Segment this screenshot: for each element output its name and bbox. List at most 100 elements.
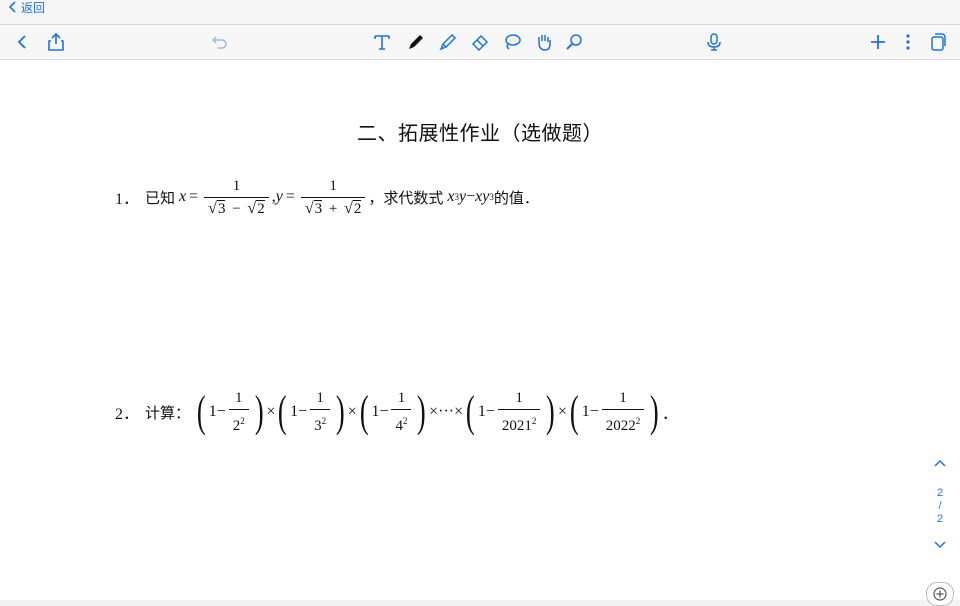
highlighter-tool-icon — [439, 33, 457, 51]
expr-y: y — [459, 188, 467, 205]
nav-back-button[interactable] — [10, 30, 34, 54]
product-term: (1−1 20212) — [463, 389, 558, 435]
exponent: 2 — [635, 416, 641, 426]
base: 4 — [395, 418, 403, 434]
add-page-button[interactable] — [926, 582, 954, 606]
microphone-icon — [707, 33, 721, 51]
laser-pointer-icon — [566, 34, 582, 50]
minus-sign: − — [298, 403, 308, 420]
fraction: 1 20212 — [497, 389, 541, 435]
microphone-button[interactable] — [702, 30, 726, 54]
term-one: 1 — [290, 403, 299, 420]
minus-sign: − — [466, 188, 476, 205]
total-pages: 2 — [936, 513, 944, 525]
hand-tool-icon — [538, 35, 551, 51]
numerator: 1 — [316, 390, 324, 406]
times-sign: × — [558, 403, 568, 420]
lasso-tool-icon — [505, 34, 521, 50]
question-label: 计算： — [145, 403, 191, 422]
equals-sign: = — [189, 188, 199, 205]
question-1: 1． 已知 x = 1 √3 − √2 , y = 1 √3 + √2 ，求代数… — [115, 172, 543, 222]
eraser-tool-button[interactable] — [468, 30, 492, 54]
minus-sign: − — [216, 403, 226, 420]
denominator: √3 + √2 — [300, 196, 366, 218]
share-icon — [48, 32, 64, 51]
exponent: 2 — [531, 416, 537, 426]
fraction: 1 20222 — [601, 389, 645, 435]
right-paren: ) — [417, 387, 427, 436]
left-paren: ( — [278, 387, 288, 436]
back-button[interactable]: 返回 — [8, 0, 46, 15]
denominator: 22 — [228, 409, 249, 435]
chevron-up-icon — [934, 459, 946, 467]
undo-button[interactable] — [208, 30, 232, 54]
denominator: 42 — [391, 409, 412, 435]
undo-icon — [211, 36, 227, 49]
numerator: 1 — [397, 390, 406, 406]
left-paren: ( — [359, 387, 369, 436]
right-paren: ) — [254, 387, 264, 436]
base: 2022 — [605, 418, 636, 434]
minus-sign: − — [232, 200, 241, 217]
laser-pointer-button[interactable] — [562, 30, 586, 54]
radical-sign: √ — [304, 199, 314, 217]
base: 2021 — [501, 418, 532, 434]
pages-button[interactable] — [926, 30, 950, 54]
eraser-tool-icon — [471, 34, 489, 52]
hand-tool-button[interactable] — [532, 30, 556, 54]
radical-sign: √ — [208, 199, 217, 217]
fraction-x: 1 √3 − √2 — [204, 177, 269, 218]
minus-sign: − — [589, 403, 599, 420]
question-number: 2． — [115, 406, 140, 423]
text-tool-button[interactable] — [370, 30, 394, 54]
exponent: 2 — [240, 416, 245, 426]
back-label: 返回 — [21, 0, 46, 15]
share-button[interactable] — [44, 30, 68, 54]
minus-sign: − — [379, 403, 389, 420]
add-button[interactable] — [866, 30, 890, 54]
top-bar: 返回 — [0, 0, 960, 25]
pen-tool-button[interactable] — [404, 30, 428, 54]
equals-sign: = — [285, 188, 295, 205]
numerator: 1 — [232, 177, 241, 194]
plus-sign: + — [328, 200, 338, 217]
left-paren: ( — [466, 387, 475, 436]
denominator: 32 — [310, 409, 331, 435]
question-suffix: ，求代数式 — [368, 188, 444, 207]
fraction-y: 1 √3 + √2 — [300, 177, 366, 218]
page-down-button[interactable] — [930, 540, 950, 553]
product-term: (1−1 20222) — [567, 389, 662, 435]
product-term: (1−1 42) — [357, 389, 429, 435]
exponent: 2 — [321, 416, 327, 426]
more-icon — [906, 34, 910, 50]
current-page: 2 — [936, 487, 944, 499]
question-2: 2． 计算： (1−1 22) ×(1−1 32) ×(1−1 42) ×···×(1−1 2… — [115, 384, 678, 440]
expr-xy: xy — [475, 188, 490, 205]
numerator: 1 — [329, 177, 337, 194]
lasso-tool-button[interactable] — [500, 30, 524, 54]
times-sign: × — [266, 403, 276, 420]
numerator: 1 — [515, 390, 523, 406]
page-up-button[interactable] — [930, 458, 950, 471]
section-title: 二、拓展性作业（选做题） — [357, 121, 603, 145]
term-one: 1 — [477, 403, 486, 420]
fraction: 1 22 — [228, 389, 249, 435]
question-prefix: 已知 — [145, 188, 176, 207]
radicand: 3 — [313, 199, 323, 217]
chevron-left-icon — [8, 1, 16, 13]
fraction: 1 42 — [391, 389, 412, 435]
var-x: x — [179, 188, 187, 205]
highlighter-tool-button[interactable] — [436, 30, 460, 54]
question-number: 1． — [115, 191, 140, 208]
more-button[interactable] — [896, 30, 920, 54]
radicand: 3 — [216, 199, 226, 217]
toolbar — [0, 25, 960, 60]
denominator: 20212 — [497, 409, 541, 435]
radicand: 2 — [256, 199, 265, 217]
base: 3 — [314, 418, 322, 434]
denominator: 20222 — [601, 409, 645, 435]
var-y: y — [275, 188, 283, 205]
times-sign: × — [347, 403, 357, 420]
chevron-left-icon — [17, 35, 26, 49]
term-one: 1 — [371, 403, 380, 420]
